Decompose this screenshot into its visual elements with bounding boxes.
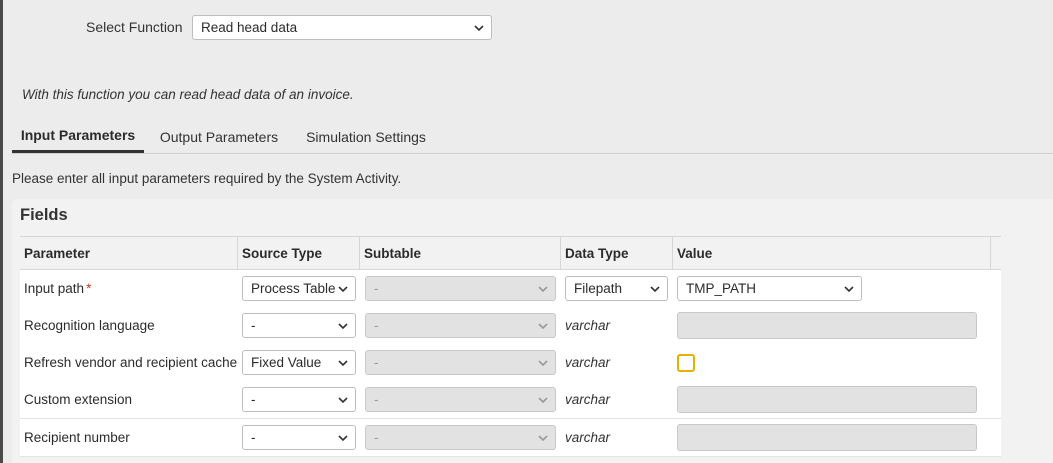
window-left-border (0, 0, 3, 463)
parameter-tabs: Input Parameters Output Parameters Simul… (12, 120, 1053, 154)
value-checkbox[interactable] (677, 354, 695, 372)
function-select[interactable]: Read head data (192, 15, 492, 40)
chevron-down-icon (538, 285, 548, 292)
data-type-text: varchar (565, 318, 611, 333)
chevron-down-icon (338, 285, 348, 292)
chevron-down-icon (338, 359, 348, 366)
subtable-select[interactable]: - (365, 276, 556, 301)
chevron-down-icon (338, 434, 348, 441)
chevron-down-icon (538, 434, 548, 441)
column-header-value: Value (673, 237, 991, 270)
tab-output-parameters[interactable]: Output Parameters (154, 120, 284, 153)
value-input[interactable] (677, 312, 977, 339)
subtable-value: - (374, 281, 379, 296)
value-input[interactable] (677, 424, 977, 451)
subtable-value: - (374, 430, 379, 445)
function-select-value: Read head data (201, 20, 298, 35)
subtable-value: - (374, 355, 379, 370)
data-type-text: varchar (565, 355, 611, 370)
table-row: Recognition language - - varchar (20, 307, 1001, 345)
subtable-select[interactable]: - (365, 350, 556, 375)
source-type-value: Fixed Value (251, 355, 322, 370)
value-select-value: TMP_PATH (686, 281, 757, 296)
data-type-text: varchar (565, 392, 611, 407)
required-marker: * (86, 281, 92, 296)
source-type-select[interactable]: Process Table (242, 276, 356, 301)
chevron-down-icon (538, 359, 548, 366)
source-type-select[interactable]: Fixed Value (242, 350, 356, 375)
chevron-down-icon (650, 285, 660, 292)
table-row: Refresh vendor and recipient cache Fixed… (20, 344, 1001, 382)
data-type-select[interactable]: Filepath (565, 276, 668, 301)
column-header-data-type: Data Type (561, 237, 673, 270)
chevron-down-icon (844, 285, 854, 292)
select-function-label: Select Function (86, 19, 183, 35)
function-description: With this function you can read head dat… (22, 87, 354, 102)
table-row: Recipient number - - varchar (20, 419, 1001, 457)
column-header-parameter: Parameter (20, 237, 238, 270)
source-type-value: - (251, 318, 256, 333)
table-row: Custom extension - - varchar (20, 381, 1001, 419)
chevron-down-icon (538, 322, 548, 329)
column-header-subtable: Subtable (360, 237, 561, 270)
value-select[interactable]: TMP_PATH (677, 276, 862, 301)
subtable-select[interactable]: - (365, 313, 556, 338)
chevron-down-icon (538, 396, 548, 403)
source-type-select[interactable]: - (242, 425, 356, 450)
parameter-label: Input path (24, 281, 85, 296)
tab-input-parameters[interactable]: Input Parameters (12, 120, 144, 153)
source-type-select[interactable]: - (242, 313, 356, 338)
chevron-down-icon (338, 396, 348, 403)
column-header-source-type: Source Type (238, 237, 360, 270)
data-type-text: varchar (565, 430, 611, 445)
value-input[interactable] (677, 386, 977, 413)
parameter-name: Recipient number (24, 430, 130, 445)
source-type-value: Process Table (251, 281, 336, 296)
subtable-select[interactable]: - (365, 425, 556, 450)
source-type-value: - (251, 392, 256, 407)
source-type-select[interactable]: - (242, 387, 356, 412)
parameter-name: Input path * (24, 270, 91, 307)
tab-simulation-settings[interactable]: Simulation Settings (300, 120, 432, 153)
table-row: Input path * Process Table - Filepath TMP… (20, 270, 1001, 308)
parameter-name: Custom extension (24, 392, 133, 407)
data-type-value: Filepath (574, 281, 623, 296)
fields-title: Fields (20, 206, 68, 224)
subtable-value: - (374, 318, 379, 333)
subtable-select[interactable]: - (365, 387, 556, 412)
source-type-value: - (251, 430, 256, 445)
parameter-name: Recognition language (24, 318, 155, 333)
subtable-value: - (374, 392, 379, 407)
table-header: Parameter Source Type Subtable Data Type… (20, 236, 1001, 270)
parameter-name: Refresh vendor and recipient cache (24, 355, 238, 370)
input-parameters-hint: Please enter all input parameters requir… (12, 171, 402, 186)
chevron-down-icon (338, 322, 348, 329)
chevron-down-icon (474, 24, 484, 31)
